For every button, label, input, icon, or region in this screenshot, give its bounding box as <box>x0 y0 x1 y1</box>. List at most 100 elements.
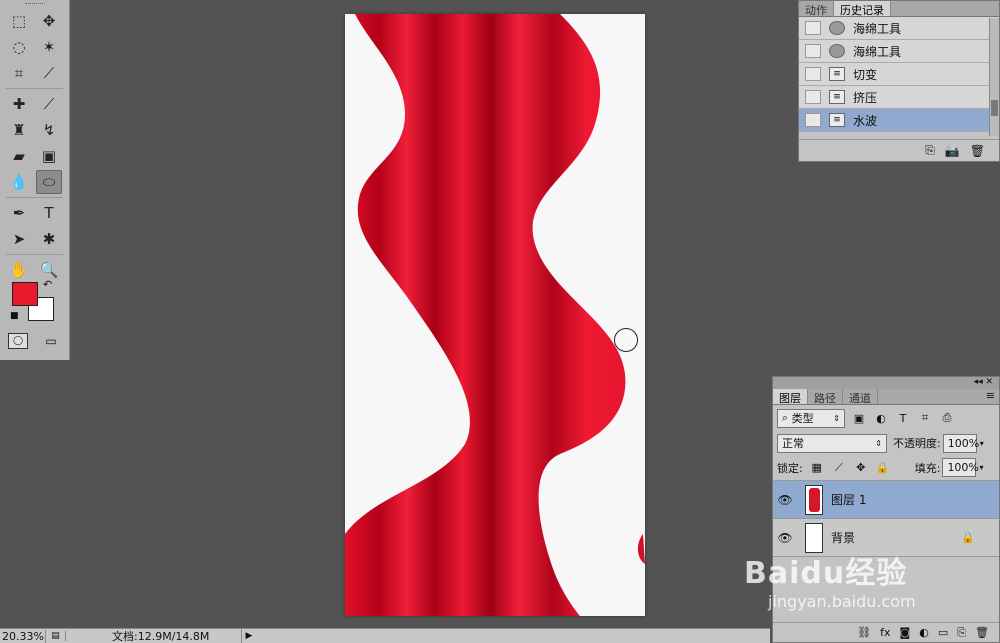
sponge-icon <box>829 21 845 35</box>
history-item-label: 海绵工具 <box>853 21 902 36</box>
document-info-icon[interactable]: ▤ <box>46 631 66 641</box>
layer-row[interactable]: 👁 图层 1 <box>773 481 999 519</box>
rect-marquee-tool-icon[interactable]: ⬚ <box>6 9 32 33</box>
panel-menu-icon[interactable]: ≡ <box>986 389 999 404</box>
opacity-label: 不透明度: <box>893 437 941 450</box>
sponge-icon <box>829 44 845 58</box>
blend-mode-select[interactable]: 正常 ⇕ <box>777 433 887 453</box>
tab-paths[interactable]: 路径 <box>808 389 843 405</box>
red-ribbon-artwork <box>345 14 645 616</box>
layer-filter-select[interactable]: ⌕ 类型 ⇕ <box>777 408 845 428</box>
tab-actions[interactable]: 动作 <box>799 1 834 17</box>
history-item-selected[interactable]: ≡ 水波 <box>799 109 999 132</box>
layer-name: 图层 1 <box>831 493 867 507</box>
custom-shape-tool-icon[interactable]: ✱ <box>36 227 62 251</box>
status-bar: 20.33% ▤ 文档:12.9M/14.8M ▶ <box>0 628 770 643</box>
tools-panel: ⬚ ✥ ◌ ✶ ⌗ ⟋ ✚ ⟋ ♜ ↯ ▰ ▣ 💧 ⬭ ✒ T ➤ ✱ ✋ 🔍 … <box>0 0 70 360</box>
foreground-color-swatch[interactable] <box>12 282 38 306</box>
screen-mode-icon[interactable]: ▭ <box>40 333 62 349</box>
add-mask-icon[interactable]: ◙ <box>900 626 911 639</box>
new-document-from-state-icon[interactable]: ⎘ <box>925 143 935 158</box>
filter-pixel-icon[interactable]: ▣ <box>851 410 867 426</box>
type-tool-icon[interactable]: T <box>36 201 62 225</box>
panel-collapse-icon[interactable]: ◂◂ ✕ <box>773 377 999 389</box>
default-colors-icon[interactable]: ■ <box>10 311 19 321</box>
trash-icon[interactable]: 🗑 <box>970 144 985 158</box>
fill-input[interactable]: 100% <box>942 458 979 477</box>
layer-filter-value: 类型 <box>791 412 814 425</box>
status-menu-arrow-icon[interactable]: ▶ <box>242 631 256 641</box>
history-item[interactable]: 海绵工具 <box>799 17 999 40</box>
lock-position-icon[interactable]: ✥ <box>853 460 869 476</box>
camera-icon[interactable]: 📷 <box>945 144 960 158</box>
history-item-label: 切变 <box>853 67 878 82</box>
hand-tool-icon[interactable]: ✋ <box>6 258 32 282</box>
filter-type-icon[interactable]: T <box>895 410 911 426</box>
brush-cursor-circle <box>614 328 638 352</box>
tab-channels[interactable]: 通道 <box>843 389 878 405</box>
eye-icon[interactable]: 👁 <box>773 531 797 545</box>
tools-panel-grip[interactable] <box>0 0 69 8</box>
document-size: 文档:12.9M/14.8M <box>66 628 242 643</box>
history-scrollbar[interactable] <box>989 18 999 136</box>
fx-icon[interactable]: fx <box>880 626 890 639</box>
history-snapshot-checkbox[interactable] <box>805 90 821 104</box>
lock-label: 锁定: <box>777 461 803 475</box>
adjustment-layer-icon[interactable]: ◐ <box>919 626 929 639</box>
opacity-input[interactable]: 100% <box>942 433 979 453</box>
history-item[interactable]: ≡ 挤压 <box>799 86 999 109</box>
crop-tool-icon[interactable]: ⌗ <box>6 61 32 85</box>
move-tool-icon[interactable]: ✥ <box>36 9 62 33</box>
history-state-icon: ≡ <box>829 67 845 81</box>
quick-mask-icon[interactable]: ◯ <box>8 333 28 349</box>
history-state-icon: ≡ <box>829 113 845 127</box>
eye-icon[interactable]: 👁 <box>773 493 797 507</box>
layer-thumbnail <box>805 522 823 553</box>
filter-shape-icon[interactable]: ⌗ <box>917 410 933 426</box>
fill-label: 填充: <box>914 461 941 475</box>
swap-colors-icon[interactable]: ↶ <box>43 278 52 291</box>
new-group-icon[interactable]: ▭ <box>938 626 948 639</box>
magic-wand-tool-icon[interactable]: ✶ <box>36 35 62 59</box>
history-state-icon: ≡ <box>829 90 845 104</box>
lock-image-icon[interactable]: ⟋ <box>831 460 847 476</box>
path-select-tool-icon[interactable]: ➤ <box>6 227 32 251</box>
filter-adjustment-icon[interactable]: ◐ <box>873 410 889 426</box>
history-snapshot-checkbox[interactable] <box>805 21 821 35</box>
history-panel: 动作 历史记录 海绵工具 海绵工具 ≡ 切变 ≡ 挤压 ≡ 水波 ⎘ 📷 🗑 <box>798 0 1000 162</box>
link-layers-icon[interactable]: ⛓ <box>857 626 871 639</box>
history-item-label: 挤压 <box>853 90 878 105</box>
zoom-level[interactable]: 20.33% <box>0 629 46 643</box>
history-snapshot-checkbox[interactable] <box>805 67 821 81</box>
tab-layers[interactable]: 图层 <box>773 389 808 405</box>
filter-smart-object-icon[interactable]: ⎙ <box>939 410 955 426</box>
lock-transparent-icon[interactable]: ▦ <box>809 460 825 476</box>
history-item-label: 海绵工具 <box>853 44 902 59</box>
opacity-dropdown-icon[interactable]: ▾ <box>980 439 984 448</box>
history-item[interactable]: ≡ 切变 <box>799 63 999 86</box>
lock-icon: 🔒 <box>961 531 975 544</box>
eraser-tool-icon[interactable]: ▰ <box>6 144 32 168</box>
new-layer-icon[interactable]: ⎘ <box>957 626 966 640</box>
layer-row[interactable]: 👁 背景 🔒 <box>773 519 999 557</box>
healing-brush-tool-icon[interactable]: ✚ <box>6 92 32 116</box>
tab-history[interactable]: 历史记录 <box>834 1 891 17</box>
lock-all-icon[interactable]: 🔒 <box>875 460 891 476</box>
gradient-tool-icon[interactable]: ▣ <box>36 144 62 168</box>
history-brush-tool-icon[interactable]: ↯ <box>36 118 62 142</box>
sponge-tool-icon[interactable]: ⬭ <box>36 170 62 194</box>
pen-tool-icon[interactable]: ✒ <box>6 201 32 225</box>
brush-tool-icon[interactable]: ⟋ <box>36 92 62 116</box>
history-snapshot-checkbox[interactable] <box>805 44 821 58</box>
lasso-tool-icon[interactable]: ◌ <box>6 35 32 59</box>
history-item[interactable]: 海绵工具 <box>799 40 999 63</box>
blur-tool-icon[interactable]: 💧 <box>6 170 32 194</box>
fill-dropdown-icon[interactable]: ▾ <box>979 463 983 472</box>
trash-icon[interactable]: 🗑 <box>975 626 989 639</box>
history-snapshot-checkbox[interactable] <box>805 113 821 127</box>
layer-name: 背景 <box>831 531 856 545</box>
clone-stamp-tool-icon[interactable]: ♜ <box>6 118 32 142</box>
eyedropper-tool-icon[interactable]: ⟋ <box>36 61 62 85</box>
layers-panel: ◂◂ ✕ 图层 路径 通道 ≡ ⌕ 类型 ⇕ ▣ ◐ T ⌗ ⎙ 正常 ⇕ 不透… <box>772 376 1000 643</box>
document-canvas[interactable] <box>345 14 645 616</box>
